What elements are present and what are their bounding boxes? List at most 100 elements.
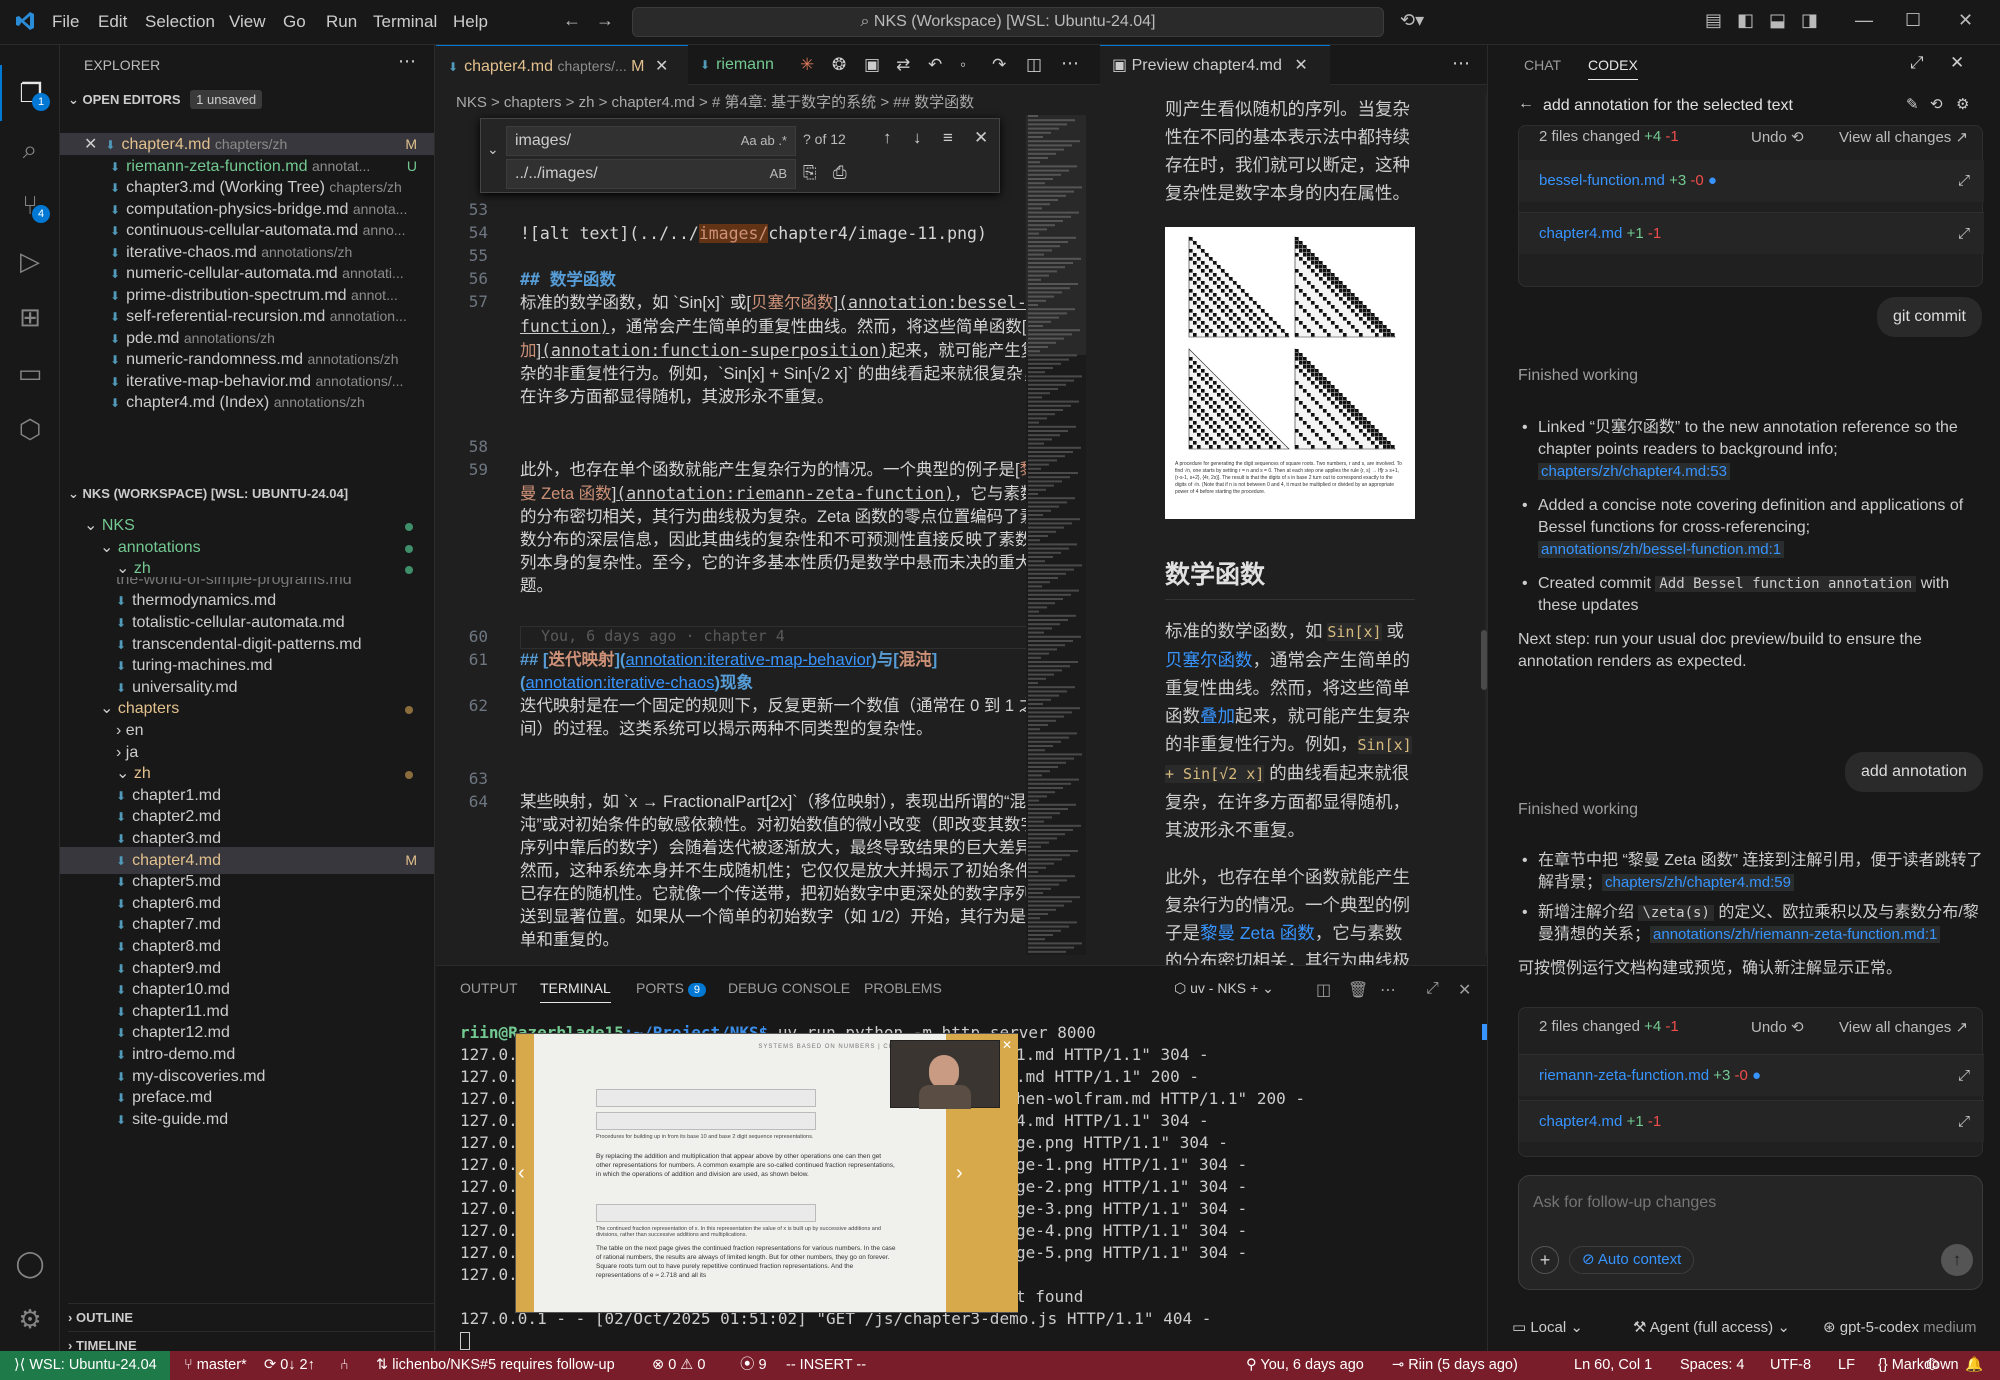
outline-header[interactable]: › OUTLINE — [68, 1303, 434, 1325]
cursor-position[interactable]: Ln 60, Col 1 — [1574, 1351, 1652, 1380]
tree-file-item[interactable]: the-world-of-simple-programs.md — [60, 577, 434, 587]
expand-icon[interactable]: ⤢ — [1958, 1055, 1970, 1097]
find-options-icon[interactable]: Aa ab .* — [741, 127, 787, 155]
open-editor-item[interactable]: ⬇ chapter3.md (Working Tree) chapters/zh — [60, 176, 434, 198]
menu-file[interactable]: File — [52, 12, 79, 32]
minimize-icon[interactable]: — — [1855, 10, 1873, 31]
file-reference-link[interactable]: chapters/zh/chapter4.md:53 — [1538, 463, 1730, 480]
file-reference-link[interactable]: annotations/zh/bessel-function.md:1 — [1538, 541, 1785, 558]
agent-mode-selector[interactable]: ⚒ Agent (full access) ⌄ — [1633, 1318, 1790, 1336]
settings-gear-icon[interactable]: ⚙ — [0, 1291, 60, 1347]
open-editor-item[interactable]: ⬇ continuous-cellular-automata.md anno... — [60, 219, 434, 241]
branch-indicator[interactable]: ⑂ master* — [184, 1351, 247, 1380]
split-terminal-icon[interactable]: ◫ — [1316, 980, 1331, 1000]
close-icon[interactable]: ✕ — [655, 58, 668, 75]
view-all-changes-button[interactable]: View all changes ↗ — [1839, 1018, 1968, 1036]
previous-page-icon[interactable]: ‹ — [518, 1162, 525, 1185]
toggle-sidebar-icon[interactable]: ◧ — [1737, 10, 1754, 31]
tab-chapter4[interactable]: ⬇ chapter4.md chapters/... M ✕ — [436, 45, 688, 85]
settings-gear-icon[interactable]: ⚙ — [1956, 95, 1969, 113]
next-page-icon[interactable]: › — [956, 1162, 963, 1185]
containers-icon[interactable]: ⬡ — [0, 401, 60, 457]
expand-icon[interactable]: ⤢ — [1958, 213, 1970, 255]
open-editor-item[interactable]: ⬇ numeric-cellular-automata.md annotati..… — [60, 262, 434, 284]
code-editor[interactable]: NKS > chapters > zh > chapter4.md > # 第4… — [436, 85, 1100, 965]
changed-file[interactable]: riemann-zeta-function.md +3 -0 ● ⤢ — [1519, 1054, 1984, 1096]
menu-go[interactable]: Go — [283, 12, 306, 32]
remote-indicator[interactable]: ⟩⟨ WSL: Ubuntu-24.04 — [0, 1351, 170, 1380]
open-editor-item[interactable]: ⬇ riemann-zeta-function.md annotat... U — [60, 155, 434, 177]
open-editor-item[interactable]: ⬇ chapter4.md (Index) annotations/zh — [60, 391, 434, 413]
changed-file[interactable]: chapter4.md +1 -1 ⤢ — [1519, 212, 1984, 254]
timeline-header[interactable]: › TIMELINE — [68, 1331, 434, 1351]
kill-terminal-icon[interactable]: 🗑 — [1348, 980, 1368, 1000]
history-icon[interactable]: ⟲ — [1930, 95, 1943, 113]
git-blame-status[interactable]: ⚲ You, 6 days ago — [1246, 1351, 1364, 1380]
send-button[interactable]: ↑ — [1941, 1244, 1973, 1276]
environment-selector[interactable]: ▭ Local ⌄ — [1512, 1318, 1583, 1336]
end-of-line[interactable]: LF — [1838, 1351, 1855, 1380]
undo-button[interactable]: Undo ⟲ — [1751, 128, 1804, 146]
find-in-selection-icon[interactable]: ≡ — [943, 128, 953, 148]
copilot-status-icon[interactable]: ⌬ — [1926, 1351, 1939, 1380]
accounts-icon[interactable]: ◯ — [0, 1235, 60, 1291]
more-actions-icon[interactable]: ⋯ — [1380, 980, 1396, 1000]
breadcrumb[interactable]: NKS > chapters > zh > chapter4.md > # 第4… — [456, 91, 974, 112]
close-icon[interactable]: ✕ — [1002, 1038, 1012, 1052]
close-icon[interactable]: ✕ — [1294, 57, 1307, 74]
go-back-icon[interactable]: ↶ — [928, 55, 942, 75]
find-input[interactable]: images/ Aa ab .* — [506, 126, 796, 156]
close-icon[interactable]: ✕ — [1950, 53, 1964, 73]
changed-file[interactable]: bessel-function.md +3 -0 ● ⤢ — [1519, 160, 1984, 202]
undo-button[interactable]: Undo ⟲ — [1751, 1018, 1804, 1036]
problems-indicator[interactable]: ⊗ 0 ⚠ 0 — [652, 1351, 705, 1380]
open-changes-icon[interactable]: ⇄ — [896, 55, 910, 75]
replace-input[interactable]: ../../images/ AB — [506, 159, 796, 189]
replace-all-icon[interactable]: ⎙ — [833, 163, 847, 183]
openai-icon[interactable]: ❂ — [832, 55, 846, 75]
explorer-icon[interactable]: ❐ 1 — [0, 65, 60, 121]
file-reference-link[interactable]: chapters/zh/chapter4.md:59 — [1602, 874, 1794, 891]
command-center[interactable]: ⌕ NKS (Workspace) [WSL: Ubuntu-24.04] — [632, 7, 1384, 37]
source-control-icon[interactable]: ⑂ 4 — [0, 177, 60, 233]
layout-customize-icon[interactable]: ▤ — [1705, 10, 1722, 31]
replace-one-icon[interactable]: ⎘ — [803, 163, 817, 183]
indentation[interactable]: Spaces: 4 — [1680, 1351, 1745, 1380]
notifications-icon[interactable]: 🔔 — [1965, 1351, 1983, 1380]
run-debug-icon[interactable]: ▷ — [0, 233, 60, 289]
preview-link[interactable]: 黎曼 Zeta 函数 — [1200, 923, 1315, 943]
ports-indicator[interactable]: ⦿ 9 — [740, 1351, 767, 1380]
open-editor-item[interactable]: ⬇ numeric-randomness.md annotations/zh — [60, 348, 434, 370]
preserve-case-icon[interactable]: AB — [770, 160, 787, 188]
tab-terminal[interactable]: TERMINAL — [540, 980, 611, 1003]
open-editor-item[interactable]: ✕ ⬇ chapter4.md chapters/zh M — [60, 133, 434, 155]
forward-arrow-icon[interactable]: → — [596, 10, 614, 31]
markdown-preview[interactable]: 则产生看似随机的序列。当复杂性在不同的基本表示法中都持续存在时，我们就可以断定，… — [1100, 85, 1487, 965]
preview-link[interactable]: 贝塞尔函数 — [1165, 650, 1253, 670]
toggle-panel-icon[interactable]: ⬓ — [1769, 10, 1786, 31]
expand-icon[interactable]: ⤢ — [1958, 1101, 1970, 1143]
back-arrow-icon[interactable]: ← — [563, 10, 581, 31]
open-editor-item[interactable]: ⬇ pde.md annotations/zh — [60, 327, 434, 349]
model-selector[interactable]: ⊛ gpt-5-codex medium — [1823, 1318, 1993, 1336]
tab-riemann[interactable]: ⬇ riemann — [688, 45, 798, 85]
git-graph-icon[interactable]: ⑃ — [340, 1351, 349, 1380]
follow-up-input[interactable] — [1533, 1190, 1963, 1216]
language-mode[interactable]: {} Markdown — [1878, 1351, 1959, 1380]
new-task-icon[interactable]: ✎ — [1906, 95, 1919, 113]
terminal-selector[interactable]: ⬡ uv - NKS + ⌄ — [1174, 980, 1274, 997]
open-preview-icon[interactable]: ▣ — [864, 55, 880, 75]
open-editor-item[interactable]: ⬇ iterative-map-behavior.md annotations/.… — [60, 370, 434, 392]
toggle-replace-icon[interactable]: ⌄ — [487, 141, 499, 158]
menu-selection[interactable]: Selection — [145, 12, 215, 32]
split-editor-icon[interactable]: ◫ — [1026, 55, 1042, 75]
open-editor-item[interactable]: ⬇ iterative-chaos.md annotations/zh — [60, 241, 434, 263]
previous-match-icon[interactable]: ↑ — [883, 128, 892, 148]
timeline-icon[interactable]: ◦ — [960, 55, 966, 75]
close-window-icon[interactable]: ✕ — [1958, 10, 1973, 31]
minimap[interactable] — [1026, 115, 1086, 955]
tab-output[interactable]: OUTPUT — [460, 980, 518, 996]
menu-help[interactable]: Help — [453, 12, 488, 32]
open-editor-item[interactable]: ⬇ computation-physics-bridge.md annota... — [60, 198, 434, 220]
more-actions-icon[interactable]: ⋯ — [1452, 53, 1470, 74]
